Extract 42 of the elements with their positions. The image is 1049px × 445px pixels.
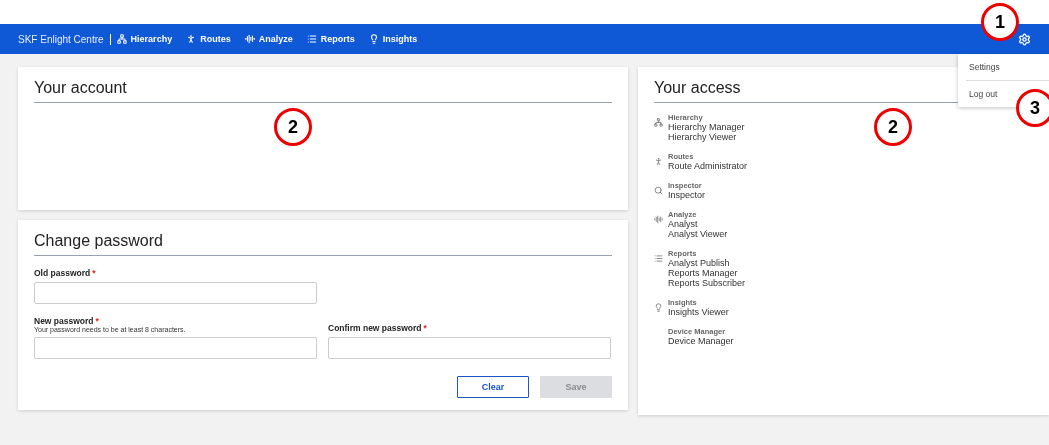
nav-link[interactable]: Routes [186,34,231,44]
role-name: Reports Manager [668,268,738,278]
role-name: Reports Subscriber [668,278,746,288]
required-mark: * [95,316,99,326]
nav-icon [368,34,379,44]
menu-item[interactable]: Settings [966,54,1049,81]
role-name: Analyst Viewer [668,229,728,239]
brand-name: SKF Enlight Centre [18,33,111,45]
password-field[interactable] [328,337,611,359]
settings-button[interactable] [1018,32,1031,46]
group-icon [654,303,663,312]
group-icon [654,215,663,224]
nav-icon [116,34,127,44]
password-field[interactable] [34,282,317,304]
nav-link[interactable]: Hierarchy [116,34,173,44]
role-name: Hierarchy Manager [668,122,745,132]
required-mark: * [423,323,427,333]
group-icon [654,254,663,263]
role-name: Hierarchy Viewer [668,132,737,142]
nav-icon [186,34,197,44]
card-title: Your account [34,79,612,103]
clear-button[interactable]: Clear [457,376,529,398]
nav-icon [244,34,255,44]
nav-icon [306,34,317,44]
role-name: Analyst [668,219,698,229]
card-title: Change password [34,232,612,256]
password-field[interactable] [34,337,317,359]
field-label: Old password * [34,268,97,278]
field-label: New password * [34,316,100,326]
role-name: Device Manager [668,336,734,346]
role-name: Analyst Publish [668,258,730,268]
group-icon [654,157,663,166]
field-label: Confirm new password * [328,323,428,333]
nav-link[interactable]: Insights [368,34,418,44]
role-name: Insights Viewer [668,307,729,317]
role-name: Inspector [668,190,706,200]
nav-link[interactable]: Reports [306,34,355,44]
group-icon [654,118,663,127]
group-icon [654,186,663,195]
nav-link[interactable]: Analyze [244,34,293,44]
role-name: Route Administrator [668,161,748,171]
required-mark: * [92,268,96,278]
